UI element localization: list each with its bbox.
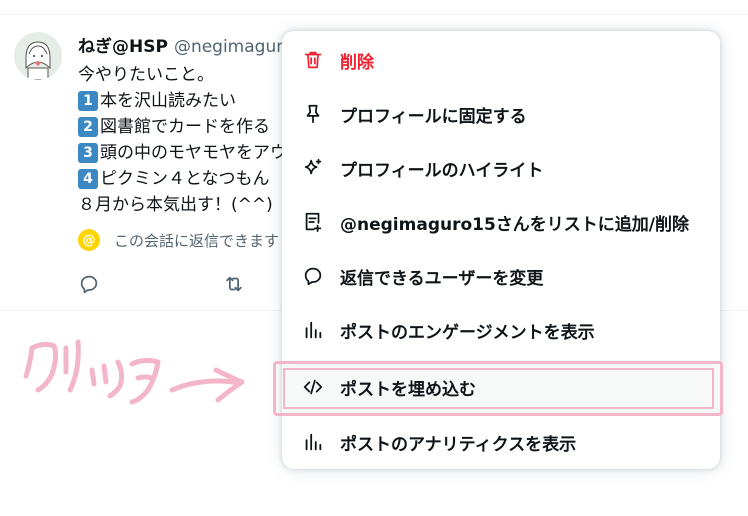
- tweet-line-text: 頭の中のモヤモヤをアウトプット: [100, 143, 288, 163]
- tweet-line-text: ８月から本気出す！(^^): [78, 195, 273, 215]
- tweet-line: 今やりたいこと。: [78, 62, 288, 88]
- menu-item-change-reply-audience[interactable]: 返信できるユーザーを変更: [282, 249, 720, 303]
- menu-item-pin-to-profile[interactable]: プロフィールに固定する: [282, 87, 720, 141]
- speech-bubble-icon: [302, 265, 324, 287]
- menu-item-profile-highlight[interactable]: プロフィールのハイライト: [282, 141, 720, 195]
- at-sign-icon: @: [78, 229, 100, 251]
- pin-icon: [302, 103, 324, 125]
- author-name[interactable]: ねぎ@HSP: [78, 37, 168, 57]
- reply-button[interactable]: [78, 273, 100, 295]
- menu-item-label: 返信できるユーザーを変更: [340, 268, 544, 289]
- trash-icon: [302, 49, 324, 71]
- highlight-inner-frame: [283, 368, 714, 409]
- reply-restriction-text: この会話に返信できます: [114, 231, 280, 250]
- number-1-emoji-icon: 1: [78, 91, 98, 111]
- avatar[interactable]: [14, 32, 62, 80]
- tweet-line: 3 頭の中のモヤモヤをアウトプット: [78, 140, 288, 166]
- tweet-line: 4 ピクミン４となつもん: [78, 166, 288, 192]
- tweet-line-text: 図書館でカードを作る: [100, 117, 270, 137]
- number-3-emoji-icon: 3: [78, 143, 98, 163]
- tweet-text: 今やりたいこと。 1 本を沢山読みたい 2 図書館でカードを作る 3 頭の中のモ…: [78, 62, 288, 218]
- tweet-line: 1 本を沢山読みたい: [78, 88, 288, 114]
- number-2-emoji-icon: 2: [78, 117, 98, 137]
- menu-item-label: プロフィールのハイライト: [340, 160, 544, 181]
- bar-chart-icon: [302, 431, 324, 453]
- tweet-line: ８月から本気出す！(^^): [78, 192, 288, 218]
- menu-item-label: ポストのアナリティクスを表示: [340, 434, 577, 455]
- menu-item-label: ポストのエンゲージメントを表示: [340, 322, 595, 343]
- sparkle-icon: [302, 157, 324, 179]
- click-annotation-icon: [23, 339, 245, 405]
- tweet-line-text: 今やりたいこと。: [78, 65, 214, 85]
- menu-item-view-analytics[interactable]: ポストのアナリティクスを表示: [282, 415, 720, 469]
- bar-chart-icon: [302, 319, 324, 341]
- repost-button[interactable]: [222, 273, 246, 295]
- list-add-icon: [302, 211, 324, 233]
- number-4-emoji-icon: 4: [78, 169, 98, 189]
- tweet-line-text: ピクミン４となつもん: [100, 169, 270, 189]
- menu-item-label: 削除: [340, 52, 374, 73]
- tweet-line: 2 図書館でカードを作る: [78, 114, 288, 140]
- reply-icon: [80, 275, 98, 294]
- reply-restriction: @ この会話に返信できます: [78, 229, 288, 251]
- menu-item-view-engagements[interactable]: ポストのエンゲージメントを表示: [282, 303, 720, 357]
- tweet-header: ねぎ@HSP @negimaguro15: [78, 32, 315, 57]
- menu-item-delete[interactable]: 削除: [282, 33, 720, 87]
- top-divider: [0, 14, 748, 15]
- menu-item-label: プロフィールに固定する: [340, 106, 527, 127]
- tweet-line-text: 本を沢山読みたい: [100, 91, 236, 111]
- menu-item-list-add-remove[interactable]: @negimaguro15さんをリストに追加/削除: [282, 195, 720, 249]
- menu-item-label: @negimaguro15さんをリストに追加/削除: [340, 214, 690, 235]
- repost-icon: [226, 276, 242, 292]
